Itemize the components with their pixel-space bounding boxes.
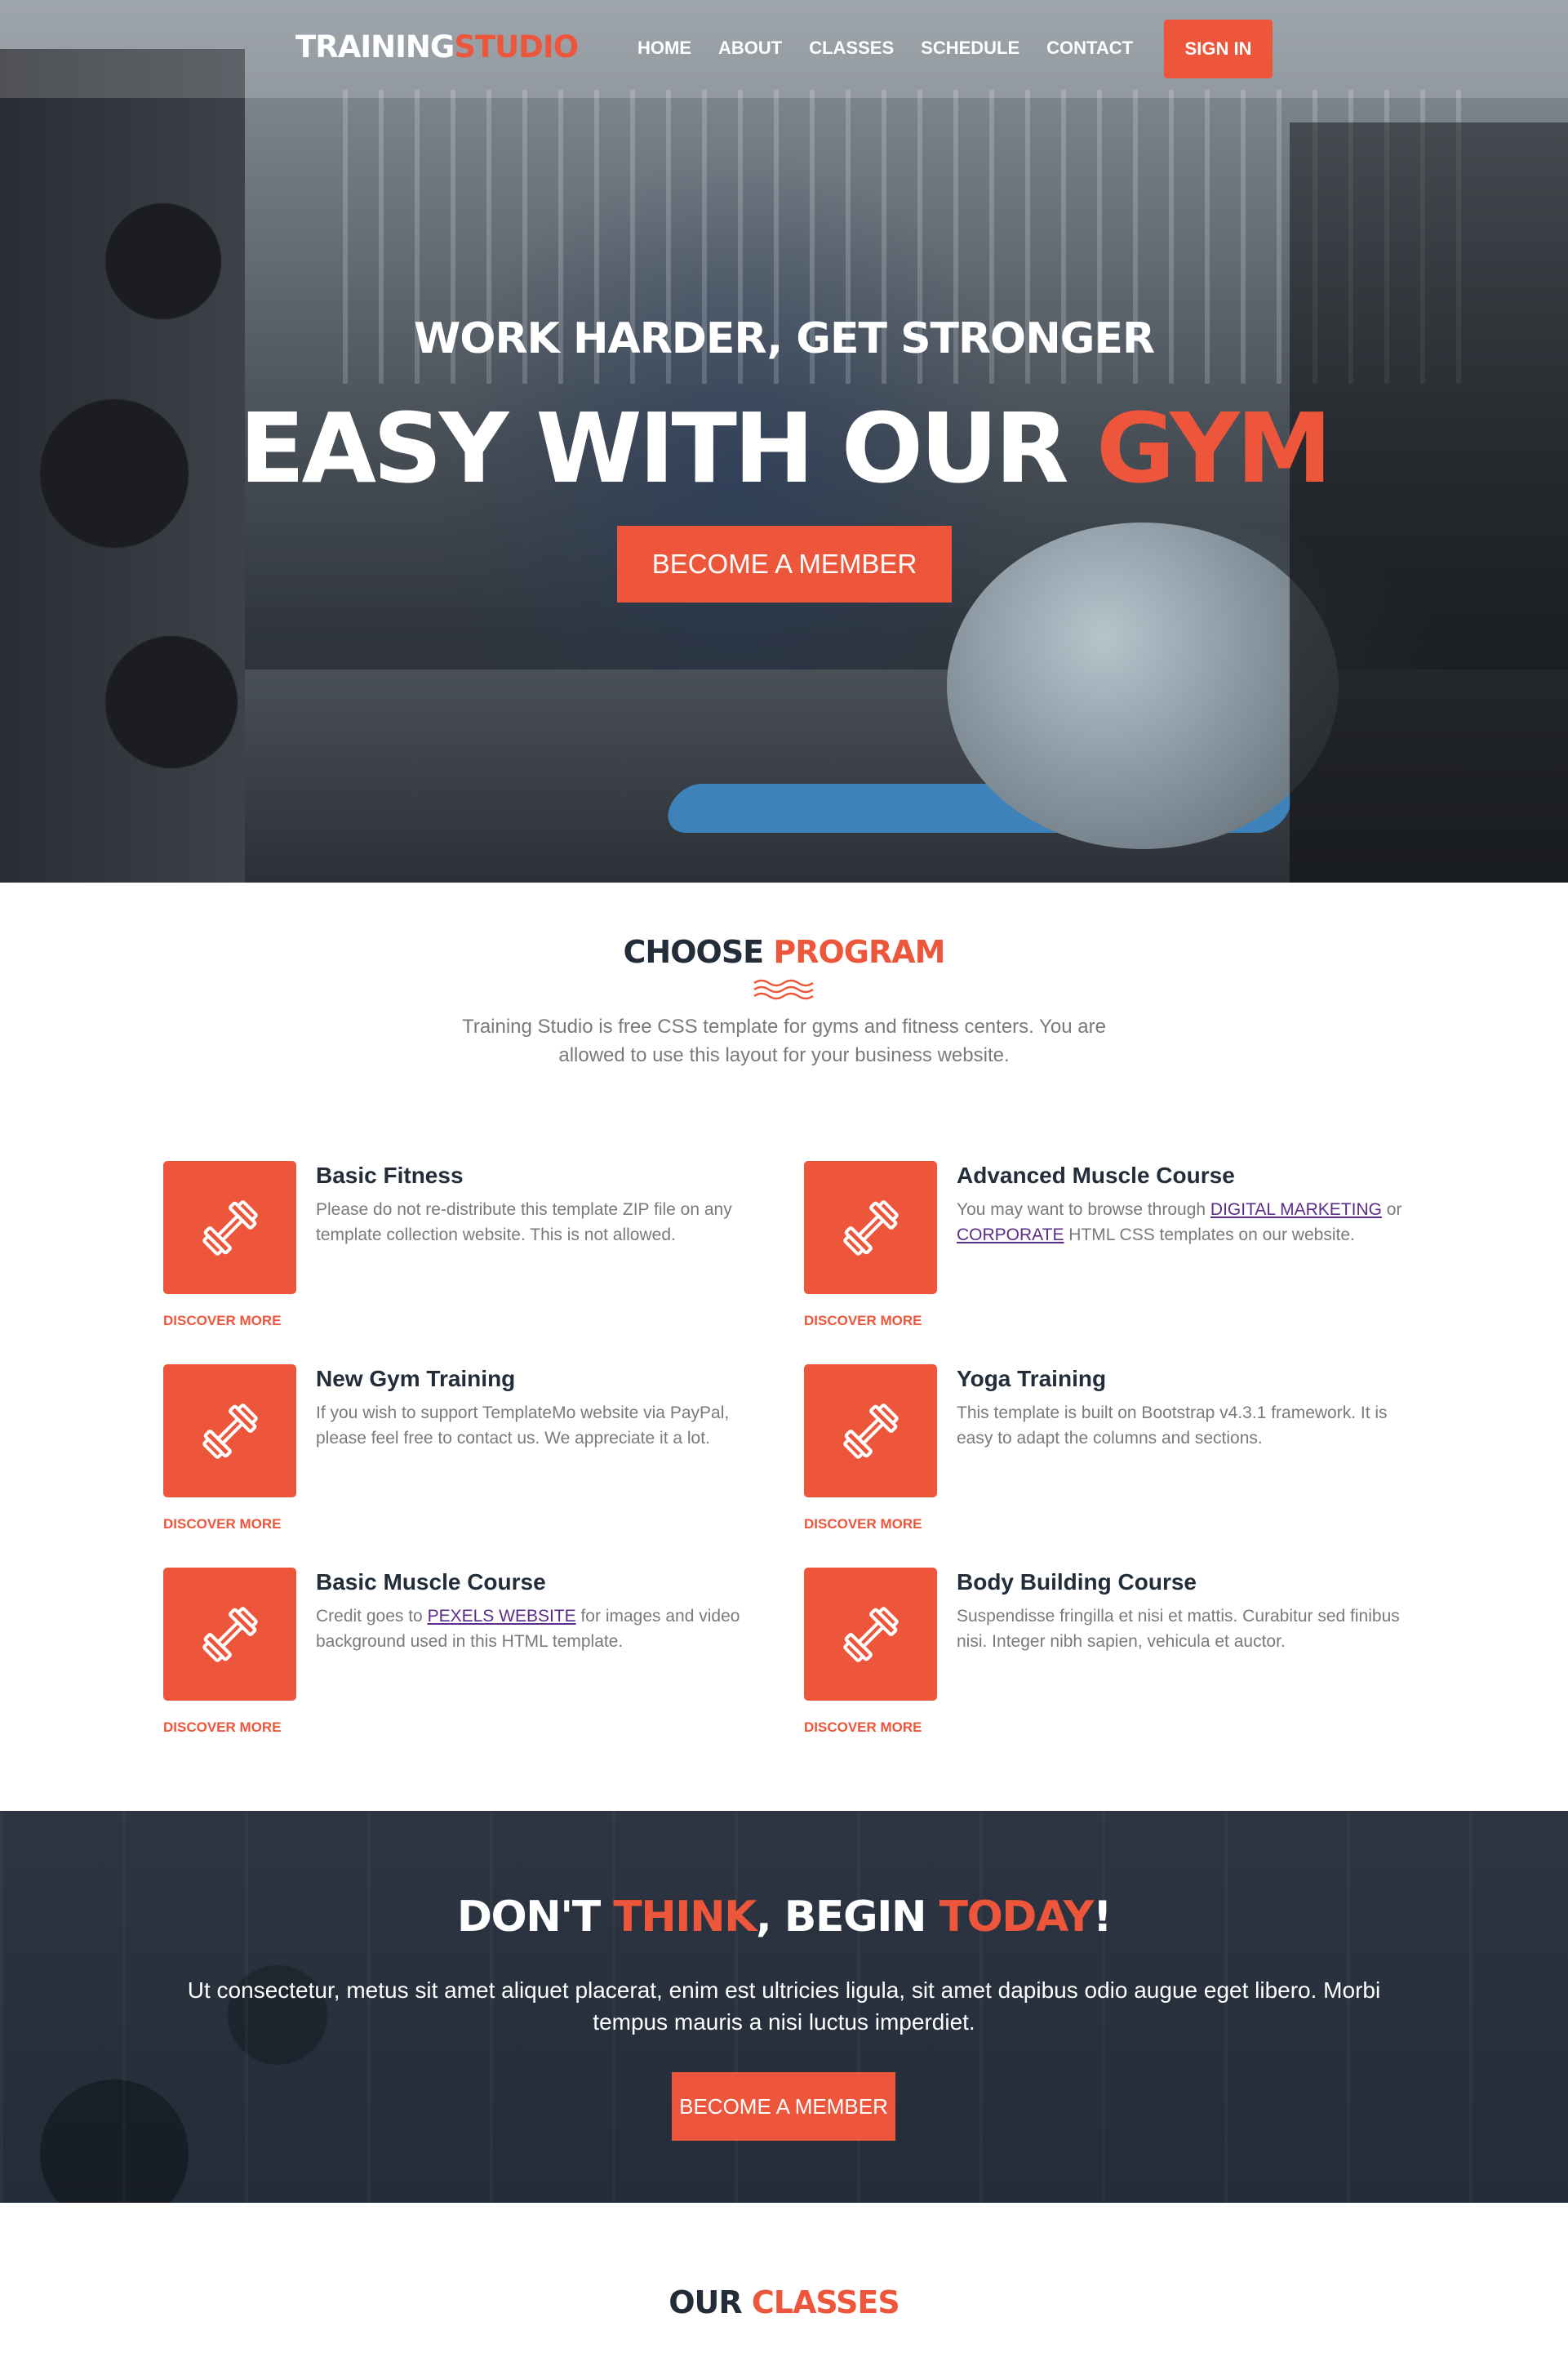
site-header: TRAININGSTUDIO HOME ABOUT CLASSES SCHEDU… — [0, 0, 1568, 98]
digital-marketing-link[interactable]: DIGITAL MARKETING — [1210, 1200, 1382, 1219]
site-logo[interactable]: TRAININGSTUDIO — [295, 29, 579, 64]
programs-title-main: CHOOSE — [623, 934, 774, 970]
cta-section: DON'T THINK, BEGIN TODAY! Ut consectetur… — [0, 1811, 1568, 2203]
sign-in-button[interactable]: SIGN IN — [1164, 20, 1273, 78]
program-icon-box[interactable] — [804, 1161, 937, 1294]
program-item: DISCOVER MORE New Gym Training If you wi… — [163, 1364, 784, 1536]
program-item: DISCOVER MORE Basic Fitness Please do no… — [163, 1161, 784, 1332]
hero-title-main: EASY WITH OUR — [238, 392, 1096, 505]
dumbbell-icon — [202, 1199, 258, 1256]
hero-exercise-ball — [947, 523, 1339, 849]
cta-title: DON'T THINK, BEGIN TODAY! — [0, 1893, 1568, 1942]
nav-contact[interactable]: CONTACT — [1046, 38, 1133, 59]
program-description: You may want to browse through DIGITAL M… — [957, 1197, 1422, 1248]
program-desc-text: Credit goes to — [316, 1607, 428, 1626]
program-item: DISCOVER MORE Basic Muscle Course Credit… — [163, 1568, 784, 1739]
main-nav: HOME ABOUT CLASSES SCHEDULE CONTACT — [637, 38, 1160, 59]
dumbbell-icon — [842, 1199, 899, 1256]
dumbbell-icon — [202, 1403, 258, 1459]
program-description: If you wish to support TemplateMo websit… — [316, 1403, 730, 1448]
dumbbell-icon — [842, 1403, 899, 1459]
cta-title-accent: THINK — [613, 1893, 757, 1942]
discover-more-link[interactable]: DISCOVER MORE — [163, 1719, 282, 1736]
program-description: Please do not re-distribute this templat… — [316, 1200, 732, 1244]
classes-title-main: OUR — [669, 2284, 752, 2320]
program-icon-box[interactable] — [163, 1364, 296, 1497]
program-title: Advanced Muscle Course — [957, 1163, 1235, 1188]
dumbbell-icon — [842, 1606, 899, 1662]
program-title: Basic Fitness — [316, 1163, 464, 1188]
program-title: Body Building Course — [957, 1569, 1197, 1595]
program-desc-text: HTML CSS templates on our website. — [1064, 1225, 1355, 1244]
hero-title-accent: GYM — [1095, 392, 1332, 505]
hero-subtitle: WORK HARDER, GET STRONGER — [413, 314, 1155, 363]
hero-become-member-button[interactable]: BECOME A MEMBER — [617, 526, 952, 603]
program-description: This template is built on Bootstrap v4.3… — [957, 1403, 1388, 1448]
classes-title: OUR CLASSES — [0, 2284, 1568, 2320]
program-description: Credit goes to PEXELS WEBSITE for images… — [316, 1604, 781, 1654]
cta-title-accent: TODAY — [939, 1893, 1095, 1942]
dumbbell-icon — [202, 1606, 258, 1662]
program-item: DISCOVER MORE Body Building Course Suspe… — [804, 1568, 1424, 1739]
program-item: DISCOVER MORE Advanced Muscle Course You… — [804, 1161, 1424, 1332]
program-title: New Gym Training — [316, 1366, 516, 1391]
nav-schedule[interactable]: SCHEDULE — [921, 38, 1019, 59]
program-item: DISCOVER MORE Yoga Training This templat… — [804, 1364, 1424, 1536]
cta-title-part: DON'T — [456, 1893, 614, 1942]
cta-title-part: , BEGIN — [755, 1893, 939, 1942]
program-description: Suspendisse fringilla et nisi et mattis.… — [957, 1607, 1400, 1651]
discover-more-link[interactable]: DISCOVER MORE — [804, 1719, 922, 1736]
cta-title-part: ! — [1092, 1893, 1113, 1942]
wave-divider-icon — [753, 979, 814, 1000]
discover-more-link[interactable]: DISCOVER MORE — [804, 1313, 922, 1329]
program-desc-text: You may want to browse through — [957, 1200, 1210, 1219]
classes-title-accent: CLASSES — [751, 2284, 900, 2320]
nav-about[interactable]: ABOUT — [718, 38, 782, 59]
hero-title: EASY WITH OUR GYM — [0, 392, 1568, 505]
pexels-website-link[interactable]: PEXELS WEBSITE — [428, 1607, 576, 1626]
program-icon-box[interactable] — [163, 1161, 296, 1294]
programs-title: CHOOSE PROGRAM — [0, 934, 1568, 970]
program-icon-box[interactable] — [163, 1568, 296, 1701]
logo-main: TRAINING — [295, 29, 455, 64]
discover-more-link[interactable]: DISCOVER MORE — [163, 1313, 282, 1329]
program-desc-text: or — [1381, 1200, 1402, 1219]
logo-accent: STUDIO — [454, 29, 579, 64]
program-title: Basic Muscle Course — [316, 1569, 546, 1595]
discover-more-link[interactable]: DISCOVER MORE — [163, 1516, 282, 1532]
program-icon-box[interactable] — [804, 1364, 937, 1497]
discover-more-link[interactable]: DISCOVER MORE — [804, 1516, 922, 1532]
programs-title-accent: PROGRAM — [773, 934, 945, 970]
programs-description: Training Studio is free CSS template for… — [462, 1016, 1106, 1066]
program-title: Yoga Training — [957, 1366, 1107, 1391]
cta-become-member-button[interactable]: BECOME A MEMBER — [672, 2072, 895, 2141]
corporate-link[interactable]: CORPORATE — [957, 1225, 1064, 1244]
cta-description: Ut consectetur, metus sit amet aliquet p… — [187, 1977, 1381, 2035]
nav-classes[interactable]: CLASSES — [809, 38, 894, 59]
nav-home[interactable]: HOME — [637, 38, 691, 59]
program-icon-box[interactable] — [804, 1568, 937, 1701]
